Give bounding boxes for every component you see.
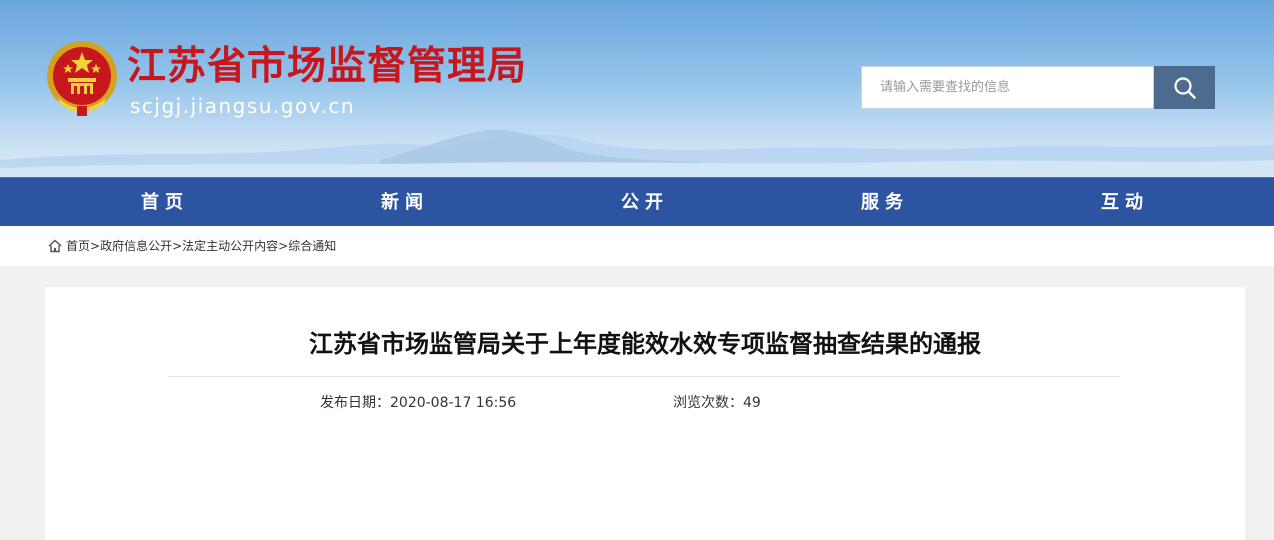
breadcrumb-separator: > — [278, 239, 289, 253]
breadcrumb-home[interactable]: 首页 — [66, 226, 90, 266]
main-nav: 首页 新闻 公开 服务 互动 — [0, 177, 1274, 226]
site-url: scjgj.jiangsu.gov.cn — [130, 94, 356, 118]
search-icon — [1173, 76, 1196, 99]
breadcrumb: 首页 > 政府信息公开 > 法定主动公开内容 > 综合通知 — [48, 226, 336, 266]
view-count-label: 浏览次数： — [673, 395, 743, 411]
site-header: 江苏省市场监督管理局 scjgj.jiangsu.gov.cn — [0, 0, 1274, 177]
publish-date-value: 2020-08-17 16:56 — [390, 395, 517, 411]
home-icon — [48, 239, 62, 253]
article-panel: 江苏省市场监管局关于上年度能效水效专项监督抽查结果的通报 发布日期：2020-0… — [45, 287, 1245, 540]
site-title: 江苏省市场监督管理局 — [127, 43, 528, 89]
nav-item-service[interactable]: 服务 — [825, 178, 945, 227]
title-divider — [169, 376, 1120, 377]
breadcrumb-separator: > — [172, 239, 183, 253]
national-emblem-icon — [47, 41, 117, 116]
breadcrumb-bar: 首页 > 政府信息公开 > 法定主动公开内容 > 综合通知 — [0, 226, 1274, 266]
publish-date: 发布日期：2020-08-17 16:56 — [320, 392, 516, 414]
nav-item-interact[interactable]: 互动 — [1065, 178, 1185, 227]
breadcrumb-gov-info[interactable]: 政府信息公开 — [100, 226, 172, 266]
article-title: 江苏省市场监管局关于上年度能效水效专项监督抽查结果的通报 — [309, 330, 981, 358]
nav-item-home[interactable]: 首页 — [105, 178, 225, 227]
view-count-value: 49 — [743, 395, 761, 411]
search-button[interactable] — [1154, 66, 1215, 109]
view-count: 浏览次数：49 — [673, 392, 761, 414]
nav-item-public[interactable]: 公开 — [585, 178, 705, 227]
breadcrumb-separator: > — [90, 239, 101, 253]
breadcrumb-statutory[interactable]: 法定主动公开内容 — [182, 226, 278, 266]
breadcrumb-notices[interactable]: 综合通知 — [288, 226, 336, 266]
nav-item-news[interactable]: 新闻 — [345, 178, 465, 227]
publish-date-label: 发布日期： — [320, 395, 390, 411]
search-input[interactable] — [861, 66, 1154, 109]
